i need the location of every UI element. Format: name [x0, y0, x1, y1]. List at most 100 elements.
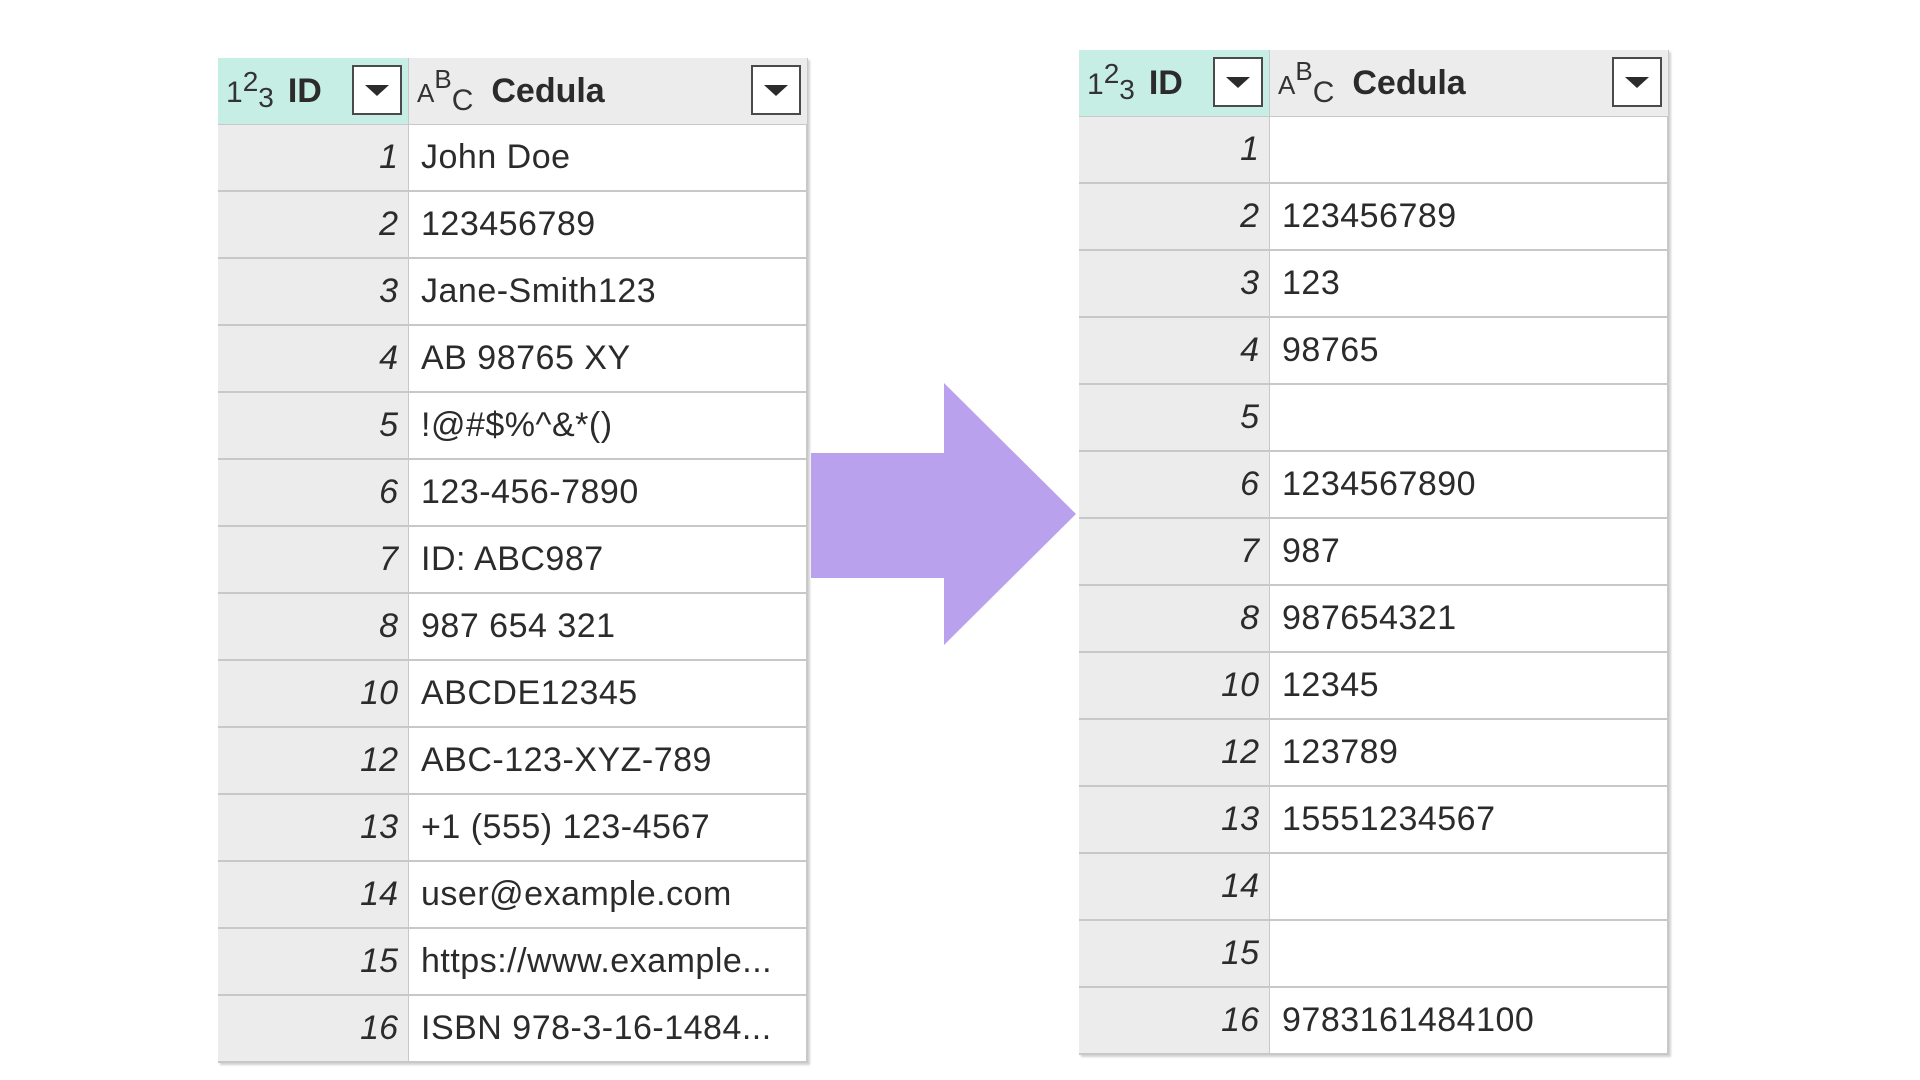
- cedula-cell[interactable]: 123456789: [1270, 184, 1669, 249]
- cedula-cell[interactable]: +1 (555) 123-4567: [409, 795, 808, 860]
- id-filter-dropdown-button[interactable]: [1213, 57, 1263, 107]
- cedula-cell[interactable]: [1270, 921, 1669, 986]
- row-id-cell[interactable]: 1: [218, 125, 409, 190]
- cedula-cell[interactable]: ID: ABC987: [409, 527, 808, 592]
- row-id-cell[interactable]: 16: [218, 996, 409, 1061]
- cedula-cell[interactable]: John Doe: [409, 125, 808, 190]
- cedula-cell[interactable]: 987: [1270, 519, 1669, 584]
- row-id-cell[interactable]: 7: [218, 527, 409, 592]
- number-type-icon[interactable]: 123: [1087, 60, 1135, 104]
- table-row: 8 987 654 321: [218, 594, 808, 661]
- table-row: 1 John Doe: [218, 125, 808, 192]
- table-row: 6 1234567890: [1079, 452, 1669, 519]
- table-row: 2 123456789: [218, 192, 808, 259]
- table-row: 6 123-456-7890: [218, 460, 808, 527]
- cedula-cell[interactable]: ISBN 978-3-16-1484...: [409, 996, 808, 1061]
- row-id-cell[interactable]: 8: [1079, 586, 1270, 651]
- chevron-down-icon: [365, 84, 389, 96]
- table-row: 10 ABCDE12345: [218, 661, 808, 728]
- cedula-cell[interactable]: [1270, 385, 1669, 450]
- id-filter-dropdown-button[interactable]: [352, 65, 402, 115]
- row-id-cell[interactable]: 14: [218, 862, 409, 927]
- cedula-cell[interactable]: 15551234567: [1270, 787, 1669, 852]
- id-column-label: ID: [287, 71, 322, 110]
- cedula-cell[interactable]: https://www.example...: [409, 929, 808, 994]
- cedula-cell[interactable]: [1270, 117, 1669, 182]
- cedula-column-label: Cedula: [491, 71, 605, 110]
- cedula-cell[interactable]: AB 98765 XY: [409, 326, 808, 391]
- id-column-header[interactable]: 123 ID: [218, 58, 409, 124]
- row-id-cell[interactable]: 12: [218, 728, 409, 793]
- cedula-cell[interactable]: 12345: [1270, 653, 1669, 718]
- table-row: 16 ISBN 978-3-16-1484...: [218, 996, 808, 1063]
- number-type-icon[interactable]: 123: [226, 68, 274, 112]
- row-id-cell[interactable]: 12: [1079, 720, 1270, 785]
- chevron-down-icon: [1226, 76, 1250, 88]
- table-body: 1 2 123456789 3 123 4 98765 5 6 1234567890 7…: [1079, 117, 1669, 1055]
- row-id-cell[interactable]: 10: [218, 661, 409, 726]
- table-body: 1 John Doe 2 123456789 3 Jane-Smith123 4 AB …: [218, 125, 808, 1063]
- cedula-column-label: Cedula: [1352, 63, 1466, 102]
- table-row: 10 12345: [1079, 653, 1669, 720]
- text-type-icon[interactable]: ABC: [1278, 58, 1334, 108]
- table-row: 4 98765: [1079, 318, 1669, 385]
- text-type-icon[interactable]: ABC: [417, 66, 473, 116]
- table-row: 12 123789: [1079, 720, 1669, 787]
- cedula-cell[interactable]: [1270, 854, 1669, 919]
- row-id-cell[interactable]: 2: [1079, 184, 1270, 249]
- row-id-cell[interactable]: 3: [218, 259, 409, 324]
- table-row: 2 123456789: [1079, 184, 1669, 251]
- row-id-cell[interactable]: 13: [218, 795, 409, 860]
- table-row: 7 987: [1079, 519, 1669, 586]
- row-id-cell[interactable]: 2: [218, 192, 409, 257]
- row-id-cell[interactable]: 8: [218, 594, 409, 659]
- row-id-cell[interactable]: 6: [1079, 452, 1270, 517]
- table-row: 8 987654321: [1079, 586, 1669, 653]
- row-id-cell[interactable]: 14: [1079, 854, 1270, 919]
- table-row: 3 123: [1079, 251, 1669, 318]
- cedula-cell[interactable]: 123456789: [409, 192, 808, 257]
- row-id-cell[interactable]: 6: [218, 460, 409, 525]
- cedula-cell[interactable]: user@example.com: [409, 862, 808, 927]
- row-id-cell[interactable]: 5: [1079, 385, 1270, 450]
- cedula-cell[interactable]: ABCDE12345: [409, 661, 808, 726]
- table-row: 1: [1079, 117, 1669, 184]
- table-row: 12 ABC-123-XYZ-789: [218, 728, 808, 795]
- cedula-cell[interactable]: 987654321: [1270, 586, 1669, 651]
- id-column-header[interactable]: 123 ID: [1079, 50, 1270, 116]
- row-id-cell[interactable]: 10: [1079, 653, 1270, 718]
- row-id-cell[interactable]: 4: [1079, 318, 1270, 383]
- row-id-cell[interactable]: 15: [1079, 921, 1270, 986]
- cedula-column-header[interactable]: ABC Cedula: [1270, 50, 1669, 116]
- row-id-cell[interactable]: 3: [1079, 251, 1270, 316]
- row-id-cell[interactable]: 15: [218, 929, 409, 994]
- table-row: 13 15551234567: [1079, 787, 1669, 854]
- row-id-cell[interactable]: 1: [1079, 117, 1270, 182]
- table-row: 13 +1 (555) 123-4567: [218, 795, 808, 862]
- cedula-column-header[interactable]: ABC Cedula: [409, 58, 808, 124]
- cedula-cell[interactable]: Jane-Smith123: [409, 259, 808, 324]
- cedula-cell[interactable]: 1234567890: [1270, 452, 1669, 517]
- cedula-cell[interactable]: ABC-123-XYZ-789: [409, 728, 808, 793]
- cedula-cell[interactable]: !@#$%^&*(): [409, 393, 808, 458]
- cedula-filter-dropdown-button[interactable]: [751, 65, 801, 115]
- cedula-cell[interactable]: 123-456-7890: [409, 460, 808, 525]
- row-id-cell[interactable]: 13: [1079, 787, 1270, 852]
- table-row: 15 https://www.example...: [218, 929, 808, 996]
- cedula-cell[interactable]: 123789: [1270, 720, 1669, 785]
- table-row: 7 ID: ABC987: [218, 527, 808, 594]
- row-id-cell[interactable]: 4: [218, 326, 409, 391]
- cedula-cell[interactable]: 98765: [1270, 318, 1669, 383]
- cedula-filter-dropdown-button[interactable]: [1612, 57, 1662, 107]
- table-header: 123 ID ABC Cedula: [218, 58, 808, 125]
- cedula-cell[interactable]: 123: [1270, 251, 1669, 316]
- cedula-cell[interactable]: 987 654 321: [409, 594, 808, 659]
- table-row: 14 user@example.com: [218, 862, 808, 929]
- table-header: 123 ID ABC Cedula: [1079, 50, 1669, 117]
- row-id-cell[interactable]: 5: [218, 393, 409, 458]
- row-id-cell[interactable]: 7: [1079, 519, 1270, 584]
- source-table: 123 ID ABC Cedula 1 John Doe 2 123456789 3…: [218, 58, 808, 1063]
- id-column-label: ID: [1148, 63, 1183, 102]
- cedula-cell[interactable]: 9783161484100: [1270, 988, 1669, 1053]
- row-id-cell[interactable]: 16: [1079, 988, 1270, 1053]
